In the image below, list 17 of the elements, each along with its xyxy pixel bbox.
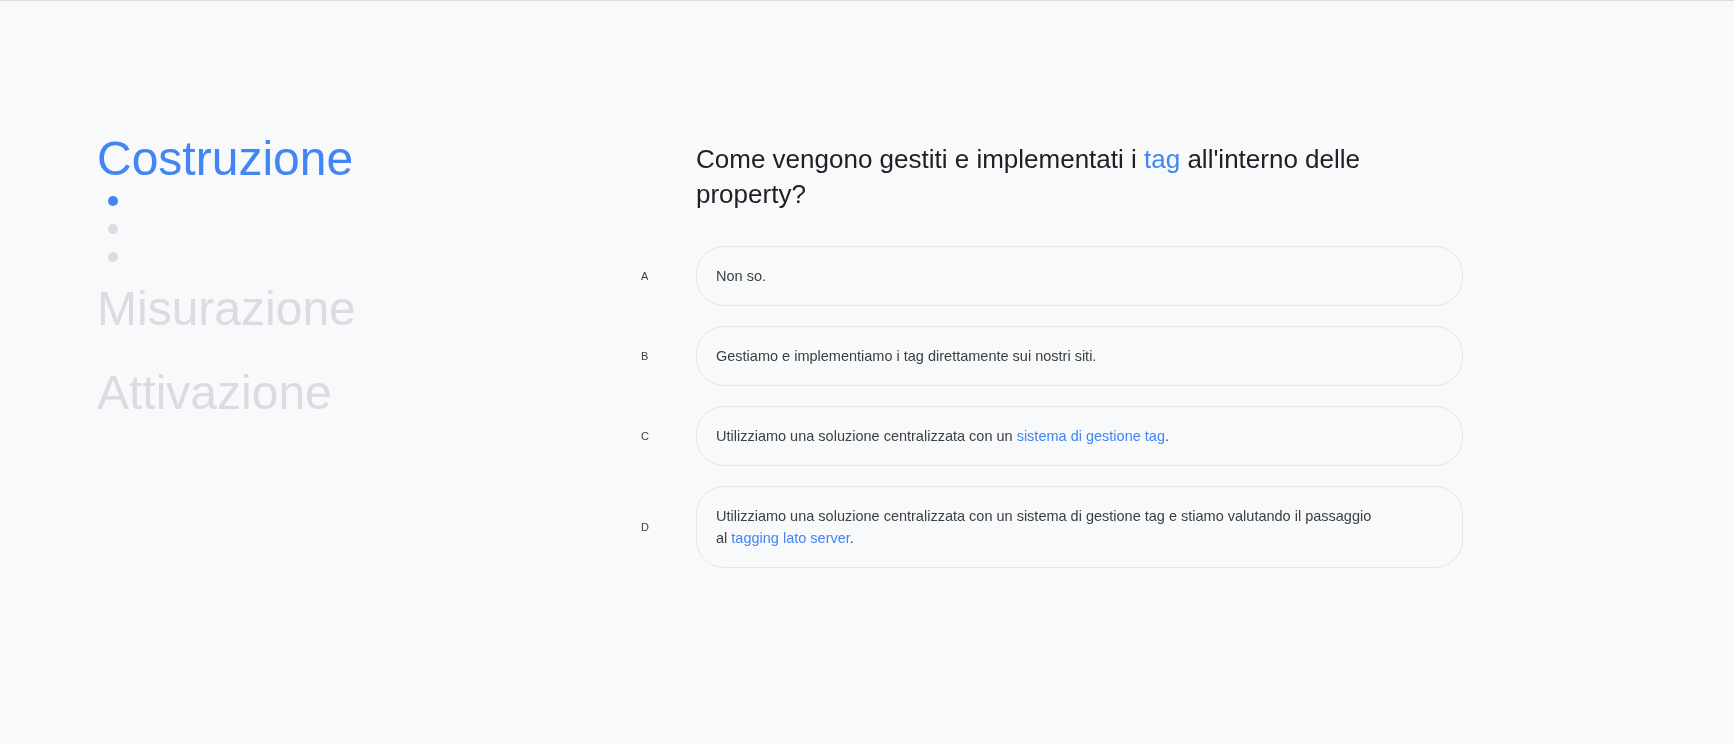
text-link[interactable]: sistema di gestione tag	[1016, 428, 1165, 445]
answer-card[interactable]: Gestiamo e implementiamo i tag direttamente sui nostri siti.	[696, 326, 1463, 387]
answer-text: Utilizziamo una soluzione centralizzata con un sistema di gestione tag e stiamo valutando il passaggio al tagging lato server.	[716, 508, 1372, 547]
answer-text: Non so.	[716, 268, 766, 285]
option-letter: B	[641, 350, 650, 363]
answer-text: Utilizziamo una soluzione centralizzata con un sistema di gestione tag.	[716, 428, 1169, 445]
section-tab[interactable]: Costruzione	[97, 130, 696, 188]
option-letter: C	[641, 430, 650, 443]
option-letter: A	[641, 270, 650, 283]
text-link[interactable]: tagging lato server	[731, 530, 850, 547]
answer-card[interactable]: Utilizziamo una soluzione centralizzata con un sistema di gestione tag e stiamo valutando il passaggio al tagging lato server.	[696, 486, 1463, 569]
option-letter: D	[641, 521, 650, 534]
answer-card[interactable]: Non so.	[696, 246, 1463, 307]
answer-text: Gestiamo e implementiamo i tag direttamente sui nostri siti.	[716, 348, 1097, 365]
question-text: Come vengono gestiti e implementati i tag all'interno delle property?	[696, 143, 1362, 212]
text-link[interactable]: tag	[1144, 144, 1181, 174]
answer-card[interactable]: Utilizziamo una soluzione centralizzata con un sistema di gestione tag.	[696, 406, 1463, 467]
